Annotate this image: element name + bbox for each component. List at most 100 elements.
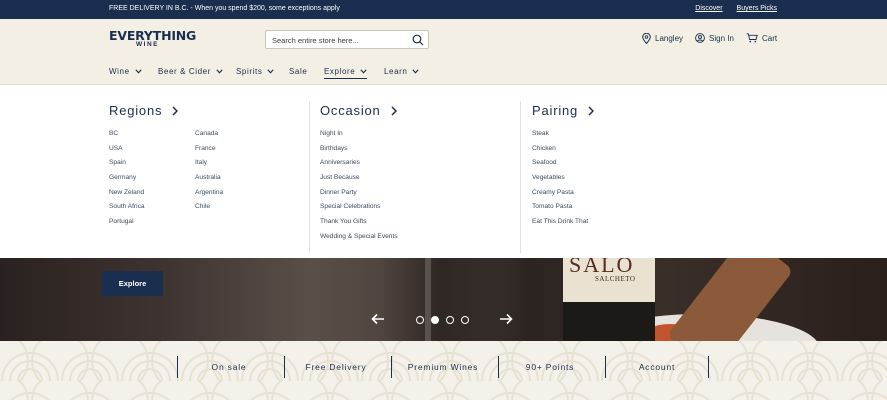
pairing-link[interactable]: Creamy Pasta	[532, 188, 588, 203]
nav-learn-label: Learn	[384, 67, 408, 76]
sign-in-label: Sign In	[709, 33, 734, 43]
occasion-link[interactable]: Birthdays	[320, 144, 398, 159]
menu-divider	[520, 101, 521, 253]
regions-list-2: Canada France Italy Australia Argentina …	[195, 129, 223, 217]
arrow-left-icon[interactable]	[371, 312, 385, 326]
wine-glass-image	[425, 258, 431, 341]
feature-on-sale[interactable]: On sale	[212, 362, 247, 372]
nav-spirits-label: Spirits	[236, 67, 263, 76]
region-link[interactable]: Australia	[195, 173, 223, 188]
occasion-heading[interactable]: Occasion	[320, 103, 397, 118]
site-header: EVERYTHING WINE Langley Sign In Cart	[0, 19, 887, 60]
pairing-list: Steak Chicken Seafood Vegetables Creamy …	[532, 129, 588, 232]
carousel-dot-active[interactable]	[431, 316, 439, 324]
cart-icon	[746, 33, 758, 43]
chevron-down-icon	[267, 69, 275, 74]
regions-heading[interactable]: Regions	[109, 103, 179, 118]
pairing-link[interactable]: Tomato Pasta	[532, 202, 588, 217]
regions-title: Regions	[109, 103, 163, 118]
pairing-link[interactable]: Vegetables	[532, 173, 588, 188]
location-label: Langley	[655, 34, 684, 43]
pairing-column: Pairing Steak Chicken Seafood Vegetables…	[532, 85, 722, 258]
search-icon[interactable]	[412, 34, 424, 46]
nav-beer-cider-label: Beer & Cider	[158, 67, 211, 76]
occasion-link[interactable]: Thank You Gifts	[320, 217, 398, 232]
nav-wine[interactable]: Wine	[109, 67, 142, 76]
everything-wine-logo[interactable]: EVERYTHING WINE	[109, 28, 196, 50]
region-link[interactable]: BC	[109, 129, 145, 144]
pairing-link[interactable]: Steak	[532, 129, 588, 144]
nav-beer-cider[interactable]: Beer & Cider	[158, 67, 223, 76]
feature-divider	[605, 356, 606, 378]
nav-learn[interactable]: Learn	[384, 67, 420, 76]
nav-spirits[interactable]: Spirits	[236, 67, 275, 76]
pairing-title: Pairing	[532, 103, 579, 118]
occasion-link[interactable]: Dinner Party	[320, 188, 398, 203]
explore-mega-menu: Regions BC USA Spain Germany New Zeland …	[0, 85, 887, 258]
hero-shadow	[380, 258, 500, 341]
occasion-title: Occasion	[320, 103, 381, 118]
carousel-dot[interactable]	[446, 316, 454, 324]
occasion-link[interactable]: Special Celebrations	[320, 202, 398, 217]
region-link[interactable]: South Africa	[109, 202, 145, 217]
occasion-link[interactable]: Just Because	[320, 173, 398, 188]
region-link[interactable]: France	[195, 144, 223, 159]
wine-bottle-image: SALO SALCHETO	[563, 258, 655, 341]
region-link[interactable]: Spain	[109, 158, 145, 173]
discover-link[interactable]: Discover	[695, 5, 722, 12]
search-box	[265, 30, 429, 49]
user-icon	[695, 33, 705, 43]
store-location-button[interactable]: Langley	[642, 33, 683, 44]
arrow-right-icon[interactable]	[499, 312, 513, 326]
feature-divider	[284, 356, 285, 378]
region-link[interactable]: Canada	[195, 129, 223, 144]
cart-button[interactable]: Cart	[746, 33, 777, 43]
promo-text: FREE DELIVERY IN B.C. - When you spend $…	[109, 5, 340, 12]
regions-column: Regions BC USA Spain Germany New Zeland …	[109, 85, 299, 258]
feature-divider	[391, 356, 392, 378]
nav-wine-label: Wine	[109, 67, 130, 76]
menu-divider	[309, 101, 310, 253]
region-link[interactable]: Portugal	[109, 217, 145, 232]
occasion-link[interactable]: Anniversaries	[320, 158, 398, 173]
pairing-link[interactable]: Chicken	[532, 144, 588, 159]
logo-text-sub: WINE	[136, 41, 159, 48]
region-link[interactable]: Chile	[195, 202, 223, 217]
region-link[interactable]: Germany	[109, 173, 145, 188]
feature-premium-wines[interactable]: Premium Wines	[408, 362, 478, 372]
chevron-down-icon	[360, 69, 367, 74]
region-link[interactable]: USA	[109, 144, 145, 159]
regions-list-1: BC USA Spain Germany New Zeland South Af…	[109, 129, 145, 232]
nav-sale[interactable]: Sale	[289, 67, 307, 76]
feature-divider	[177, 356, 178, 378]
pairing-heading[interactable]: Pairing	[532, 103, 595, 118]
region-link[interactable]: New Zeland	[109, 188, 145, 203]
chevron-right-icon	[588, 105, 595, 116]
region-link[interactable]: Italy	[195, 158, 223, 173]
carousel-dot[interactable]	[416, 316, 424, 324]
cart-label: Cart	[762, 33, 778, 43]
occasion-list: Night In Birthdays Anniversaries Just Be…	[320, 129, 398, 247]
features-strip: On sale Free Delivery Premium Wines 90+ …	[0, 341, 887, 400]
pairing-link[interactable]: Eat This Drink That	[532, 217, 588, 232]
pairing-link[interactable]: Seafood	[532, 158, 588, 173]
occasion-link[interactable]: Wedding & Special Events	[320, 232, 398, 247]
chevron-right-icon	[391, 105, 397, 116]
promo-bar: FREE DELIVERY IN B.C. - When you spend $…	[0, 0, 887, 19]
feature-divider	[498, 356, 499, 378]
location-pin-icon	[642, 33, 651, 44]
buyers-picks-link[interactable]: Buyers Picks	[737, 5, 777, 12]
carousel-dot[interactable]	[461, 316, 469, 324]
region-link[interactable]: Argentina	[195, 188, 223, 203]
sign-in-button[interactable]: Sign In	[695, 33, 734, 43]
chevron-down-icon	[412, 69, 420, 74]
feature-account[interactable]: Account	[639, 362, 675, 372]
hero-explore-button[interactable]: Explore	[102, 271, 163, 296]
search-input[interactable]	[272, 34, 402, 46]
feature-free-delivery[interactable]: Free Delivery	[306, 362, 367, 372]
occasion-link[interactable]: Night In	[320, 129, 398, 144]
nav-explore[interactable]: Explore	[324, 67, 368, 79]
bottle-label-producer: SALCHETO	[595, 275, 636, 283]
feature-90-points[interactable]: 90+ Points	[526, 362, 574, 372]
topbar-links: Discover Buyers Picks	[695, 5, 777, 12]
